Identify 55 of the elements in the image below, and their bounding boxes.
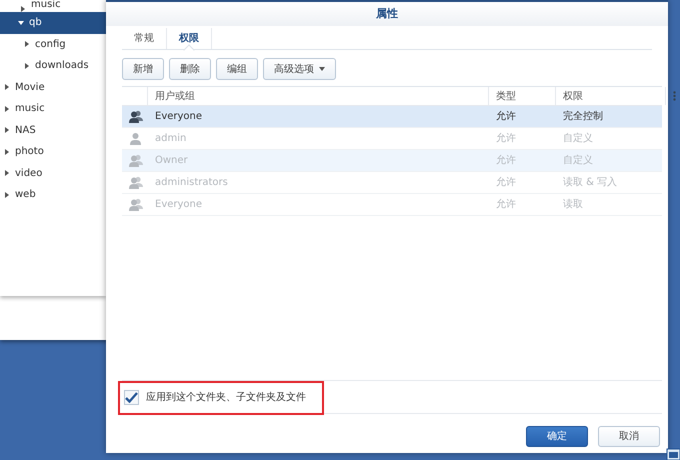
collapsed-arrow-icon[interactable] — [4, 192, 10, 198]
table-cell-text: 自定义 — [562, 132, 594, 146]
table-cell-text: 允许 — [495, 176, 517, 190]
taskbar-icon[interactable] — [666, 448, 680, 460]
collapsed-arrow-icon[interactable] — [20, 6, 26, 12]
apply-checkbox[interactable]: 应用到这个文件夹、子文件夹及文件 — [124, 390, 306, 404]
dialog-title: 属性 — [376, 6, 398, 22]
user-group-icon — [129, 110, 143, 123]
tree-item[interactable]: music — [15, 101, 45, 116]
toolbar-button[interactable]: 新增 — [122, 58, 164, 80]
tab[interactable]: 常规 — [122, 28, 167, 49]
toolbar-button[interactable]: 编组 — [216, 58, 258, 80]
tree-item[interactable]: NAS — [15, 122, 36, 138]
tree-item[interactable]: photo — [15, 144, 44, 160]
table-row[interactable]: Everyone 允许 完全控制 — [122, 106, 662, 128]
column-header[interactable]: 权限 — [556, 87, 666, 105]
user-icon — [129, 132, 142, 145]
toolbar-button[interactable]: 删除 — [169, 58, 211, 80]
table-cell-text: 允许 — [495, 132, 517, 146]
table-cell-text: 完全控制 — [562, 110, 604, 124]
tree-item[interactable]: downloads — [35, 58, 89, 74]
collapsed-arrow-icon[interactable] — [4, 170, 10, 176]
collapsed-arrow-icon[interactable] — [4, 84, 10, 90]
table-cell-text: 自定义 — [562, 154, 594, 168]
column-header[interactable]: 用户或组 — [148, 87, 489, 105]
tree-item[interactable]: qb — [29, 15, 42, 30]
table-cell-text: 允许 — [495, 110, 517, 124]
expanded-arrow-icon[interactable] — [18, 20, 24, 26]
table-cell-text: Owner — [154, 154, 189, 168]
column-header[interactable]: 类型 — [489, 87, 556, 105]
table-cell-text: 允许 — [495, 198, 517, 212]
table-cell-text: admin — [154, 132, 188, 146]
collapsed-arrow-icon[interactable] — [4, 127, 10, 134]
table-cell-text: 读取 & 写入 — [562, 176, 618, 190]
tree-item[interactable]: Movie — [15, 80, 45, 95]
collapsed-arrow-icon[interactable] — [4, 148, 10, 155]
collapsed-arrow-icon[interactable] — [24, 62, 30, 69]
collapsed-arrow-icon[interactable] — [24, 41, 30, 48]
user-group-icon — [129, 198, 143, 211]
table-cell-text: Everyone — [154, 198, 204, 212]
dropdown-button[interactable]: 高级选项 — [263, 58, 336, 80]
ok-button[interactable]: 确定 — [526, 426, 588, 447]
caret-icon — [319, 67, 325, 71]
table-cell-text: 允许 — [495, 154, 517, 168]
checkmark-icon — [125, 392, 138, 402]
table-cell-text: Everyone — [154, 110, 204, 124]
tree-item[interactable]: web — [15, 187, 36, 202]
collapsed-arrow-icon[interactable] — [4, 106, 10, 112]
cancel-button[interactable]: 取消 — [598, 426, 660, 447]
tree-item[interactable]: config — [35, 36, 66, 52]
table-cell-text: administrators — [154, 176, 229, 190]
user-group-icon — [129, 176, 143, 189]
table-cell-text: 读取 — [562, 198, 584, 212]
tree-item[interactable]: video — [15, 166, 42, 181]
user-group-icon — [129, 154, 143, 167]
